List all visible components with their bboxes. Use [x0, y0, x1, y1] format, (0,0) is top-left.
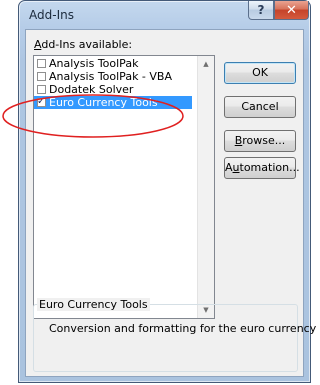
list-item-label: Dodatek Solver [49, 83, 134, 96]
add-ins-dialog: Add-Ins ? ✕ Add-Ins available: Analysis … [18, 0, 316, 383]
checkbox-checked[interactable] [37, 98, 46, 107]
list-item-analysis-toolpak[interactable]: Analysis ToolPak [34, 57, 198, 70]
list-item-label: Euro Currency Tools [49, 96, 158, 109]
list-item-label: Analysis ToolPak - VBA [49, 70, 172, 83]
description-text: Conversion and formatting for the euro c… [49, 322, 317, 335]
dialog-body: Add-Ins available: Analysis ToolPak Anal… [25, 29, 316, 377]
automation-button[interactable]: Automation... [224, 157, 300, 179]
add-ins-available-label: Add-Ins available: [34, 38, 133, 51]
help-button[interactable]: ? [248, 1, 274, 20]
list-item-dodatek-solver[interactable]: Dodatek Solver [34, 83, 198, 96]
title-bar[interactable]: Add-Ins ? ✕ [19, 1, 310, 29]
cancel-button[interactable]: Cancel [224, 96, 296, 118]
dialog-title: Add-Ins [29, 8, 74, 22]
list-item-analysis-toolpak-vba[interactable]: Analysis ToolPak - VBA [34, 70, 198, 83]
list-item-euro-currency-tools[interactable]: Euro Currency Tools [34, 96, 192, 109]
description-title: Euro Currency Tools [37, 298, 150, 311]
checkbox[interactable] [37, 72, 46, 81]
scroll-up-arrow-icon[interactable]: ▲ [198, 56, 214, 72]
list-item-label: Analysis ToolPak [49, 57, 139, 70]
checkbox[interactable] [37, 85, 46, 94]
close-button[interactable]: ✕ [274, 1, 309, 20]
list-scrollbar[interactable]: ▲ ▼ [197, 56, 214, 318]
close-icon: ✕ [286, 2, 297, 18]
checkbox[interactable] [37, 59, 46, 68]
help-icon: ? [257, 3, 265, 17]
ok-button[interactable]: OK [224, 62, 296, 84]
add-ins-list[interactable]: Analysis ToolPak Analysis ToolPak - VBA … [33, 55, 215, 319]
description-group: Euro Currency Tools Conversion and forma… [33, 298, 316, 372]
browse-button[interactable]: Browse... [224, 130, 296, 152]
